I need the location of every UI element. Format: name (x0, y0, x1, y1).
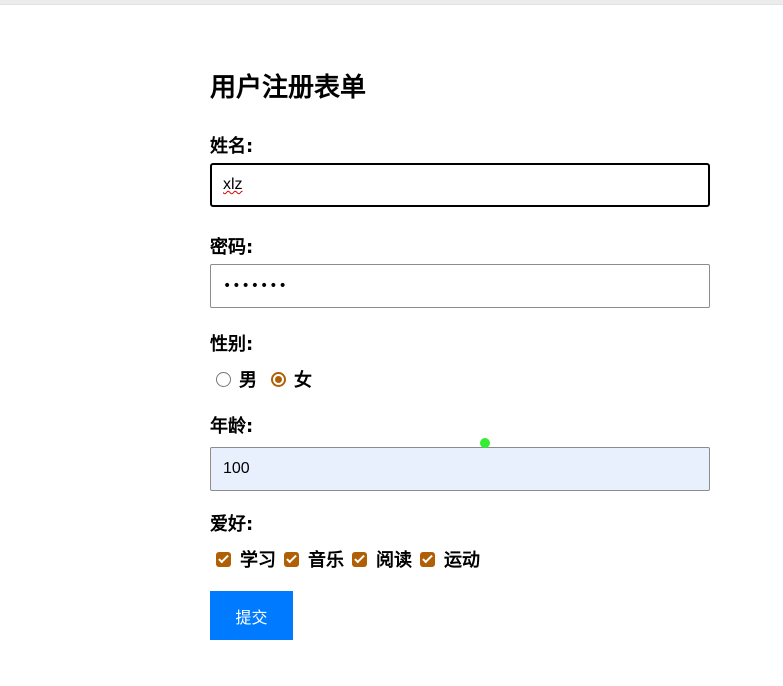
hobbies-label: 爱好: (210, 514, 254, 535)
gender-label: 性别: (210, 334, 254, 355)
browser-top-edge (0, 0, 783, 5)
hobby-checkbox-study[interactable] (216, 551, 231, 567)
gender-radio-male[interactable] (216, 371, 231, 387)
age-input-value: 100 (223, 460, 250, 477)
hobby-option-label: 运动 (444, 550, 480, 571)
hobby-option-label: 音乐 (308, 550, 344, 571)
age-label: 年龄: (210, 416, 254, 437)
form-title: 用户注册表单 (210, 73, 367, 103)
hobby-checkbox-music[interactable] (284, 551, 299, 567)
registration-form: 用户注册表单 姓名: xlz 密码: ••••••• 性别: 男 女 年龄: 1… (210, 70, 710, 640)
name-input[interactable]: xlz (210, 163, 710, 207)
gender-options: 男 女 (210, 365, 710, 393)
hobby-checkbox-reading[interactable] (352, 551, 367, 567)
hobby-option-label: 阅读 (376, 550, 412, 571)
password-input-value: ••••••• (223, 278, 288, 294)
gender-option-label: 男 (239, 370, 257, 391)
hobby-checkbox-sports[interactable] (420, 551, 435, 567)
name-label: 姓名: (210, 136, 254, 157)
submit-button[interactable]: 提交 (210, 591, 293, 640)
password-input[interactable]: ••••••• (210, 264, 710, 308)
gender-option-label: 女 (294, 370, 312, 391)
hobby-option-label: 学习 (240, 550, 276, 571)
age-input[interactable]: 100 (210, 447, 710, 491)
gender-radio-female[interactable] (271, 371, 286, 387)
name-input-value: xlz (223, 176, 243, 193)
mouse-cursor-marker (480, 438, 490, 448)
hobby-options: 学习 音乐 阅读 运动 (210, 545, 710, 573)
password-label: 密码: (210, 237, 254, 258)
